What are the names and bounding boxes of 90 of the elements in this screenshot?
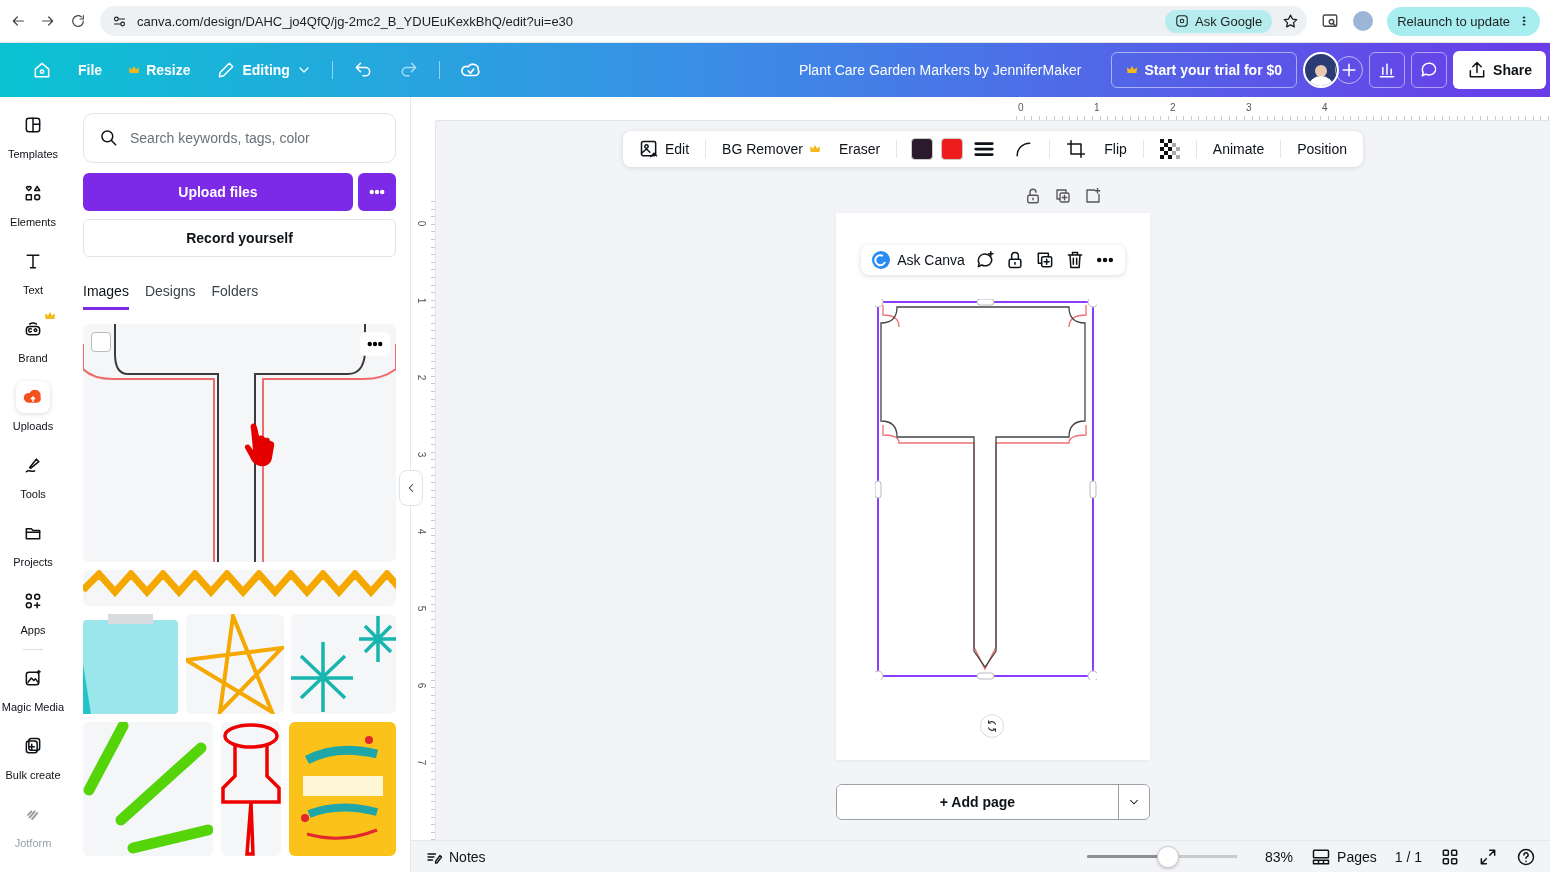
site-settings-icon (112, 13, 127, 29)
search-field[interactable]: Search keywords, tags, color (83, 113, 396, 163)
rail-item[interactable]: Magic Media (0, 662, 66, 730)
rail-item[interactable]: Apps (0, 585, 66, 653)
add-page-menu-button[interactable] (1118, 785, 1149, 819)
user-avatar[interactable] (1303, 52, 1340, 88)
bulk-create-icon (23, 736, 43, 756)
ruler-label: 3 (1246, 102, 1252, 113)
share-button[interactable]: Share (1453, 51, 1546, 89)
back-icon (10, 13, 26, 29)
relaunch-button[interactable]: Relaunch to update (1387, 6, 1540, 36)
ruler-label: 1 (416, 297, 428, 304)
pushpin-drawing[interactable] (221, 722, 281, 856)
tab[interactable]: Designs (144, 283, 196, 310)
ruler-label: 0 (1018, 102, 1024, 113)
rail-item[interactable]: Text (0, 245, 66, 313)
ruler-label: 3 (416, 451, 428, 458)
position-button[interactable]: Position (1289, 135, 1355, 163)
garden-marker-drawing[interactable] (83, 324, 396, 562)
rotate-icon (985, 719, 999, 733)
tab-search-icon (1321, 12, 1340, 30)
record-yourself-button[interactable]: Record yourself (83, 219, 396, 257)
zoom-percentage[interactable]: 83% (1265, 848, 1294, 865)
address-bar[interactable]: canva.com/design/DAHC_jo4QfQ/jg-2mc2_B_YDUEuKexkBhQ/edit?ui=e30 Ask Google (100, 6, 1308, 36)
sparkle-badge-icon (871, 250, 892, 270)
rail-item[interactable]: Templates (0, 109, 66, 177)
crown-icon (809, 143, 822, 155)
star-drawing[interactable] (185, 614, 284, 714)
rail-item[interactable]: Tools (0, 449, 66, 517)
rail-item[interactable]: Brand (0, 313, 66, 381)
select-checkbox[interactable] (91, 332, 111, 352)
trial-button[interactable]: Start your trial for $0 (1111, 52, 1298, 88)
flip-button[interactable]: Flip (1096, 135, 1135, 163)
apps-icon (23, 591, 43, 611)
help-icon (1516, 846, 1536, 867)
upload-files-button[interactable]: Upload files (83, 173, 353, 211)
crown-icon (44, 310, 56, 322)
checker-icon (1159, 139, 1180, 159)
ask-google-button[interactable]: Ask Google (1165, 9, 1273, 33)
crop-icon (1066, 139, 1087, 159)
ruler-label: 7 (416, 759, 428, 766)
ask-canva-button[interactable]: Ask Canva (871, 250, 965, 270)
pages-button[interactable]: Pages (1311, 846, 1377, 867)
star-icon (1282, 12, 1300, 30)
edit-button[interactable]: Edit (631, 133, 698, 165)
color-swatch[interactable] (911, 138, 934, 160)
home-icon (32, 60, 52, 80)
more-options-button[interactable] (360, 332, 390, 356)
ruler-label: 2 (416, 374, 428, 381)
help-button[interactable] (1516, 846, 1536, 867)
ruler-label: 4 (1322, 102, 1328, 113)
ruler-label: 0 (416, 220, 428, 227)
crown-icon (1126, 64, 1139, 76)
ruler-label: 2 (1170, 102, 1176, 113)
tab[interactable]: Folders (211, 283, 259, 310)
design-title[interactable]: Plant Care Garden Markers by JenniferMaker (798, 62, 1082, 78)
rail-item[interactable]: Uploads (0, 381, 66, 449)
add-page-button[interactable]: + Add page (837, 785, 1118, 819)
eraser-button[interactable]: Eraser (831, 135, 889, 163)
pen-icon (23, 455, 43, 475)
lens-icon (1175, 14, 1190, 28)
duplicate-icon (1054, 187, 1072, 205)
add-page-icon (1084, 187, 1102, 205)
forward-icon (40, 13, 56, 29)
comment-button[interactable] (1411, 52, 1448, 88)
ruler-label: 6 (416, 682, 428, 689)
rotate-button[interactable] (980, 714, 1004, 738)
magic-image-icon (23, 668, 43, 688)
animate-button[interactable]: Animate (1204, 135, 1273, 163)
image-edit-icon (639, 139, 659, 159)
color-swatch[interactable] (941, 138, 964, 160)
rail-item[interactable]: Projects (0, 517, 66, 585)
templates-icon (23, 115, 43, 135)
ruler-label: 1 (1094, 102, 1100, 113)
lock-open-icon (1024, 187, 1042, 205)
bg-remover-button[interactable]: BG Remover (714, 135, 830, 163)
reload-icon (70, 13, 86, 29)
ruler-label: 4 (416, 528, 428, 535)
search-icon (99, 128, 119, 148)
brand-kit-icon (23, 319, 43, 339)
more-options-button[interactable] (358, 173, 396, 211)
analytics-button[interactable] (1369, 52, 1406, 88)
rail-item[interactable]: Elements (0, 177, 66, 245)
tab[interactable]: Images (83, 283, 129, 310)
crown-icon (128, 64, 141, 76)
rail-item[interactable]: Bulk create (0, 730, 66, 798)
page-count: 1 / 1 (1394, 848, 1422, 865)
notes-button[interactable]: Notes (425, 847, 486, 866)
ruler-label: 5 (416, 605, 428, 612)
shapes-icon (23, 183, 43, 203)
